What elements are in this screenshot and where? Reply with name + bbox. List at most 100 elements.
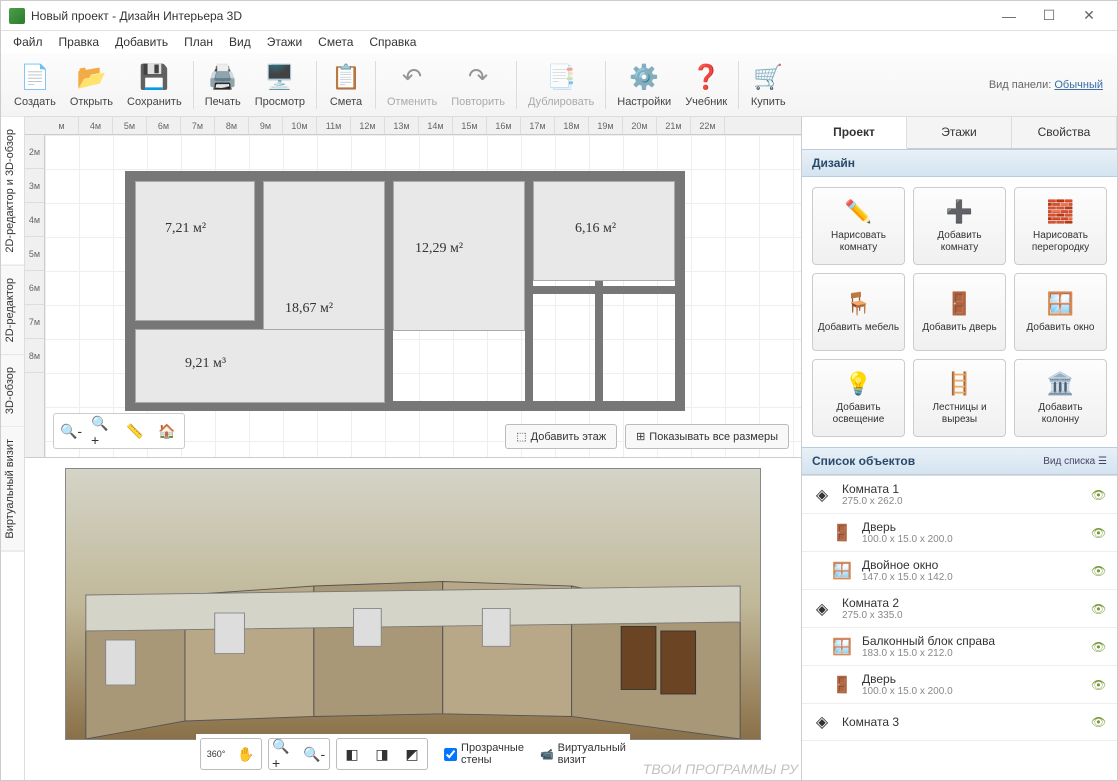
side-tab-0[interactable]: 2D-редактор и 3D-обзор <box>1 117 24 266</box>
zoom-in-3d-button[interactable]: 🔍+ <box>271 741 297 767</box>
maximize-button[interactable]: ☐ <box>1029 2 1069 30</box>
virtual-visit-button[interactable]: 📹 Виртуальный визит <box>540 742 626 766</box>
right-tab-свойства[interactable]: Свойства <box>1012 117 1117 148</box>
objects-section-header: Список объектов Вид списка ☰ <box>802 447 1117 475</box>
estimate-icon: 📋 <box>330 62 362 94</box>
menu-item-файл[interactable]: Файл <box>5 33 51 51</box>
undo-icon: ↶ <box>396 62 428 94</box>
minimize-button[interactable]: ― <box>989 2 1029 30</box>
menu-item-этажи[interactable]: Этажи <box>259 33 310 51</box>
3d-toolbar: 360° ✋ 🔍+ 🔍- ◧ ◨ ◩ Прозрачные стены 📹 Ви… <box>196 734 630 774</box>
design-btn-нарисовать-комнату[interactable]: ✏️Нарисовать комнату <box>812 187 905 265</box>
undo-button: ↶Отменить <box>380 59 444 111</box>
room-area-label: 12,29 м² <box>415 241 463 257</box>
pan-button[interactable]: ✋ <box>233 741 259 767</box>
settings-icon: ⚙️ <box>628 62 660 94</box>
panel-mode: Вид панели: Обычный <box>989 79 1111 91</box>
show-dimensions-button[interactable]: ⊞ Показывать все размеры <box>625 424 789 449</box>
design-btn-нарисовать-перегородку[interactable]: 🧱Нарисовать перегородку <box>1014 187 1107 265</box>
visibility-icon[interactable]: 👁 <box>1091 488 1109 502</box>
visibility-icon[interactable]: 👁 <box>1091 715 1109 729</box>
side-tab-1[interactable]: 2D-редактор <box>1 266 24 355</box>
close-button[interactable]: ✕ <box>1069 2 1109 30</box>
list-view-mode[interactable]: Вид списка ☰ <box>1043 456 1107 467</box>
dimensions-icon: ⊞ <box>636 430 645 443</box>
design-tools-grid: ✏️Нарисовать комнату➕Добавить комнату🧱На… <box>802 177 1117 447</box>
design-btn-добавить-мебель[interactable]: 🪑Добавить мебель <box>812 273 905 351</box>
side-tab-3[interactable]: Виртуальный визит <box>1 427 24 552</box>
right-panel: ПроектЭтажиСвойства Дизайн ✏️Нарисовать … <box>801 117 1117 780</box>
object-item[interactable]: 🪟Балконный блок справа183.0 x 15.0 x 212… <box>802 628 1117 666</box>
design-btn-добавить-колонну[interactable]: 🏛️Добавить колонну <box>1014 359 1107 437</box>
ruler-vertical: 2м3м4м5м6м7м8м <box>25 135 45 457</box>
menu-item-правка[interactable]: Правка <box>51 33 108 51</box>
rotate-360-button[interactable]: 360° <box>203 741 229 767</box>
preview-button[interactable]: 🖥️Просмотр <box>248 59 312 111</box>
menu-item-добавить[interactable]: Добавить <box>107 33 176 51</box>
object-item[interactable]: 🚪Дверь100.0 x 15.0 x 200.0👁 <box>802 514 1117 552</box>
3d-view-canvas[interactable]: 360° ✋ 🔍+ 🔍- ◧ ◨ ◩ Прозрачные стены 📹 Ви… <box>25 458 801 780</box>
duplicate-button: 📑Дублировать <box>521 59 601 111</box>
redo-button: ↷Повторить <box>444 59 512 111</box>
panel-mode-link[interactable]: Обычный <box>1054 79 1103 91</box>
open-button[interactable]: 📂Открыть <box>63 59 120 111</box>
print-icon: 🖨️ <box>207 62 239 94</box>
redo-icon: ↷ <box>462 62 494 94</box>
zoom-out-button[interactable]: 🔍- <box>58 418 84 444</box>
plan-zoom-tools: 🔍- 🔍+ 📏 🏠 <box>53 413 185 449</box>
measure-button[interactable]: 📏 <box>122 418 148 444</box>
preview-icon: 🖥️ <box>264 62 296 94</box>
object-item[interactable]: ◈Комната 1275.0 x 262.0👁 <box>802 476 1117 514</box>
save-icon: 💾 <box>138 62 170 94</box>
design-btn-добавить-комнату[interactable]: ➕Добавить комнату <box>913 187 1006 265</box>
visibility-icon[interactable]: 👁 <box>1091 526 1109 540</box>
vertical-tabs: 2D-редактор и 3D-обзор2D-редактор3D-обзо… <box>1 117 25 780</box>
design-btn-добавить-окно[interactable]: 🪟Добавить окно <box>1014 273 1107 351</box>
menu-item-план[interactable]: План <box>176 33 221 51</box>
object-item[interactable]: 🚪Дверь100.0 x 15.0 x 200.0👁 <box>802 666 1117 704</box>
visibility-icon[interactable]: 👁 <box>1091 602 1109 616</box>
object-list: ◈Комната 1275.0 x 262.0👁🚪Дверь100.0 x 15… <box>802 475 1117 780</box>
help-button[interactable]: ❓Учебник <box>678 59 734 111</box>
object-item[interactable]: ◈Комната 3👁 <box>802 704 1117 741</box>
room-area-label: 6,16 м² <box>575 221 616 237</box>
object-item[interactable]: ◈Комната 2275.0 x 335.0👁 <box>802 590 1117 628</box>
room-area-label: 18,67 м² <box>285 301 333 317</box>
transparent-walls-checkbox[interactable]: Прозрачные стены <box>444 742 524 766</box>
menu-item-смета[interactable]: Смета <box>310 33 361 51</box>
view-top-button[interactable]: ◨ <box>369 741 395 767</box>
menu-item-справка[interactable]: Справка <box>361 33 424 51</box>
add-floor-button[interactable]: ⬚ Добавить этаж <box>505 424 617 449</box>
right-tabs: ПроектЭтажиСвойства <box>802 117 1117 149</box>
menu-item-вид[interactable]: Вид <box>221 33 259 51</box>
print-button[interactable]: 🖨️Печать <box>198 59 248 111</box>
object-item[interactable]: 🪟Двойное окно147.0 x 15.0 x 142.0👁 <box>802 552 1117 590</box>
zoom-out-3d-button[interactable]: 🔍- <box>301 741 327 767</box>
buy-button[interactable]: 🛒Купить <box>743 59 793 111</box>
design-section-header: Дизайн <box>802 149 1117 177</box>
visibility-icon[interactable]: 👁 <box>1091 678 1109 692</box>
zoom-in-button[interactable]: 🔍+ <box>90 418 116 444</box>
app-icon <box>9 8 25 24</box>
right-tab-этажи[interactable]: Этажи <box>907 117 1012 148</box>
room-area-label: 7,21 м² <box>165 221 206 237</box>
design-btn-добавить-дверь[interactable]: 🚪Добавить дверь <box>913 273 1006 351</box>
design-btn-лестницы-и-вырезы[interactable]: 🪜Лестницы и вырезы <box>913 359 1006 437</box>
title-bar: Новый проект - Дизайн Интерьера 3D ― ☐ ✕ <box>1 1 1117 31</box>
3d-render <box>65 468 761 740</box>
design-btn-добавить-освещение[interactable]: 💡Добавить освещение <box>812 359 905 437</box>
settings-button[interactable]: ⚙️Настройки <box>610 59 678 111</box>
home-button[interactable]: 🏠 <box>154 418 180 444</box>
visibility-icon[interactable]: 👁 <box>1091 564 1109 578</box>
save-button[interactable]: 💾Сохранить <box>120 59 189 111</box>
view-side-button[interactable]: ◩ <box>399 741 425 767</box>
create-button[interactable]: 📄Создать <box>7 59 63 111</box>
visibility-icon[interactable]: 👁 <box>1091 640 1109 654</box>
estimate-button[interactable]: 📋Смета <box>321 59 371 111</box>
camera-icon: 📹 <box>540 748 554 761</box>
duplicate-icon: 📑 <box>545 62 577 94</box>
side-tab-2[interactable]: 3D-обзор <box>1 355 24 427</box>
view-iso-button[interactable]: ◧ <box>339 741 365 767</box>
floorplan-canvas[interactable]: 7,21 м² 18,67 м² 12,29 м² 6,16 м² 9,21 м… <box>45 135 801 457</box>
right-tab-проект[interactable]: Проект <box>802 117 907 149</box>
